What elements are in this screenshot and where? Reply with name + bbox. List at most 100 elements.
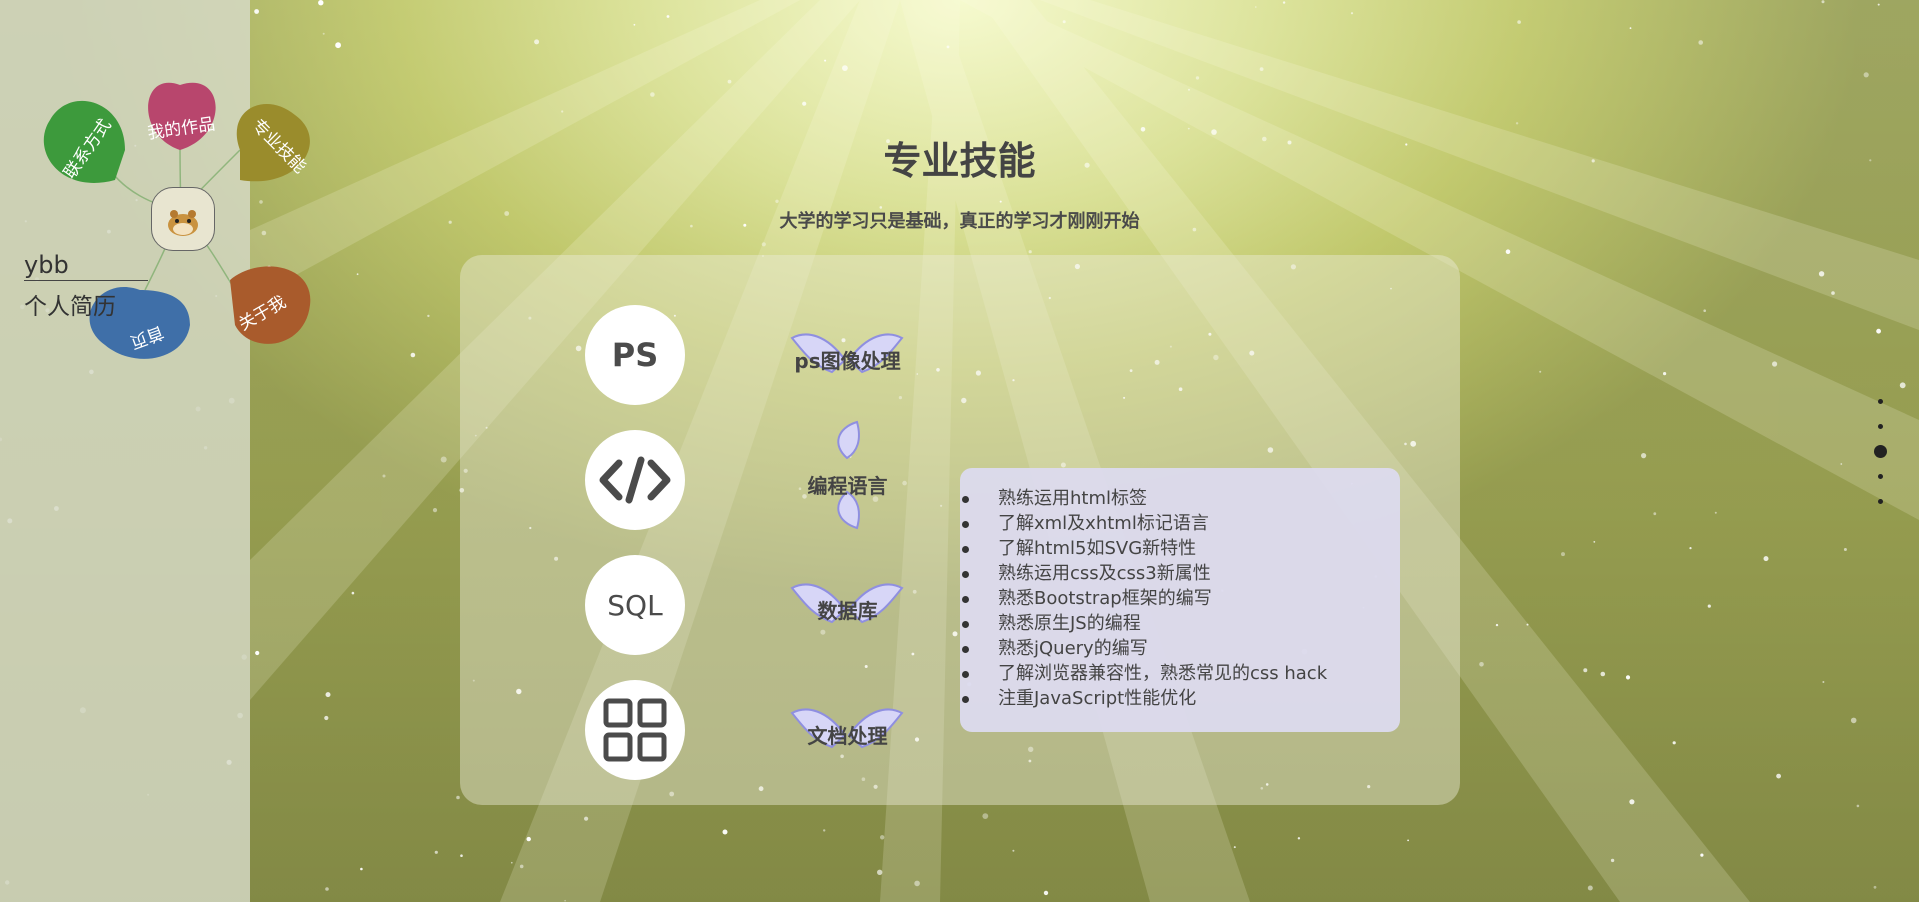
- list-item: 熟练运用css及css3新属性: [962, 561, 1400, 586]
- list-item: 了解html5如SVG新特性: [962, 536, 1400, 561]
- sparkle: [1195, 76, 1200, 80]
- sparkle: [1517, 20, 1521, 24]
- sparkle: [823, 829, 826, 832]
- sparkle: [1707, 604, 1711, 608]
- page-dot[interactable]: [1878, 474, 1883, 479]
- sparkle: [434, 850, 438, 854]
- sparkle: [360, 867, 363, 871]
- sparkle: [1672, 741, 1676, 745]
- sparkle: [1776, 773, 1781, 779]
- sparkle: [1850, 717, 1857, 724]
- sparkle: [1873, 885, 1877, 889]
- sparkle: [1653, 512, 1657, 516]
- page-dot[interactable]: [1878, 399, 1883, 404]
- sparkle: [1822, 681, 1825, 683]
- sparkle: [727, 79, 732, 84]
- sparkle: [1028, 250, 1032, 254]
- sparkle: [1610, 858, 1615, 863]
- skill-row: PS ps图像处理: [460, 305, 1460, 405]
- page-dot-active[interactable]: [1874, 445, 1887, 458]
- sparkle: [1714, 511, 1717, 514]
- sparkle: [1700, 853, 1704, 857]
- sparkle: [1297, 837, 1301, 840]
- menu-item-about[interactable]: 关于我: [230, 266, 311, 344]
- list-item: 了解浏览器兼容性，熟悉常见的css hack: [962, 661, 1400, 686]
- sparkle: [410, 352, 416, 358]
- sparkle: [982, 813, 989, 819]
- skill-label[interactable]: ps图像处理: [770, 345, 925, 374]
- office-skill-button[interactable]: [585, 680, 685, 780]
- skill-detail-list: 熟练运用html标签 了解xml及xhtml标记语言 了解html5如SVG新特…: [960, 486, 1400, 711]
- sql-icon: SQL: [607, 588, 663, 622]
- sparkle: [1255, 6, 1257, 8]
- sparkle: [584, 816, 589, 821]
- sparkle: [432, 508, 438, 513]
- sparkle: [1526, 623, 1529, 626]
- ps-skill-button[interactable]: PS: [585, 305, 685, 405]
- list-item: 熟练运用html标签: [962, 486, 1400, 511]
- owner-title: 个人简历: [24, 294, 116, 320]
- sparkle: [1821, 0, 1825, 4]
- sparkle: [802, 101, 807, 106]
- sparkle: [666, 15, 670, 18]
- sparkle: [382, 474, 386, 478]
- sparkle: [1259, 67, 1264, 71]
- sparkle: [650, 92, 655, 97]
- sparkle: [1840, 463, 1843, 465]
- sparkle: [254, 9, 259, 14]
- sparkle: [322, 32, 325, 35]
- sparkle: [1407, 839, 1409, 842]
- sparkle: [1593, 541, 1596, 543]
- sparkle: [1233, 846, 1236, 849]
- sparkle: [1831, 291, 1835, 295]
- code-icon: [599, 456, 671, 504]
- list-item: 了解xml及xhtml标记语言: [962, 511, 1400, 536]
- sparkle: [1877, 3, 1880, 6]
- sparkle: [1772, 361, 1778, 367]
- page-subtitle: 大学的学习只是基础，真正的学习才刚刚开始: [779, 211, 1140, 232]
- sparkle: [1062, 20, 1066, 24]
- sparkle: [351, 591, 355, 595]
- sparkle: [1641, 453, 1647, 459]
- sparkle: [1876, 328, 1881, 334]
- sparkle: [1843, 548, 1847, 551]
- sql-skill-button[interactable]: SQL: [585, 555, 685, 655]
- page-title: 专业技能: [883, 139, 1036, 183]
- sparkle: [1863, 72, 1869, 78]
- sparkle: [318, 0, 324, 6]
- sparkle: [456, 795, 460, 800]
- sparkle: [561, 110, 564, 113]
- sparkle: [534, 39, 540, 45]
- sparkle: [1515, 122, 1519, 125]
- sparkle: [1663, 372, 1667, 376]
- code-skill-button[interactable]: [585, 430, 685, 530]
- sparkle: [914, 880, 920, 887]
- sparkle: [1012, 849, 1015, 852]
- page-dot[interactable]: [1878, 424, 1883, 429]
- page-dot[interactable]: [1878, 499, 1883, 504]
- sparkle: [1587, 885, 1593, 891]
- sparkle: [999, 200, 1002, 203]
- sparkle: [1188, 88, 1190, 91]
- sparkle: [519, 864, 524, 869]
- skill-label[interactable]: 数据库: [770, 595, 925, 624]
- list-item: 熟悉原生JS的编程: [962, 611, 1400, 636]
- sparkle: [1495, 623, 1499, 627]
- sparkle: [325, 887, 329, 891]
- owner-name: ybb: [24, 250, 148, 281]
- sparkle: [722, 829, 728, 835]
- sparkle: [1763, 556, 1769, 562]
- sparkle: [335, 42, 341, 49]
- sparkle: [880, 835, 885, 840]
- sparkle: [1583, 668, 1588, 673]
- sparkle: [324, 715, 329, 721]
- skill-label[interactable]: 编程语言: [770, 470, 925, 499]
- list-item: 熟悉Bootstrap框架的编写: [962, 586, 1400, 611]
- sparkle: [1703, 309, 1706, 313]
- sparkle: [824, 59, 827, 62]
- sparkle: [1629, 27, 1632, 29]
- sparkle: [1899, 382, 1906, 389]
- ps-icon: PS: [611, 336, 659, 374]
- skill-label[interactable]: 文档处理: [770, 720, 925, 749]
- sparkle: [564, 899, 566, 902]
